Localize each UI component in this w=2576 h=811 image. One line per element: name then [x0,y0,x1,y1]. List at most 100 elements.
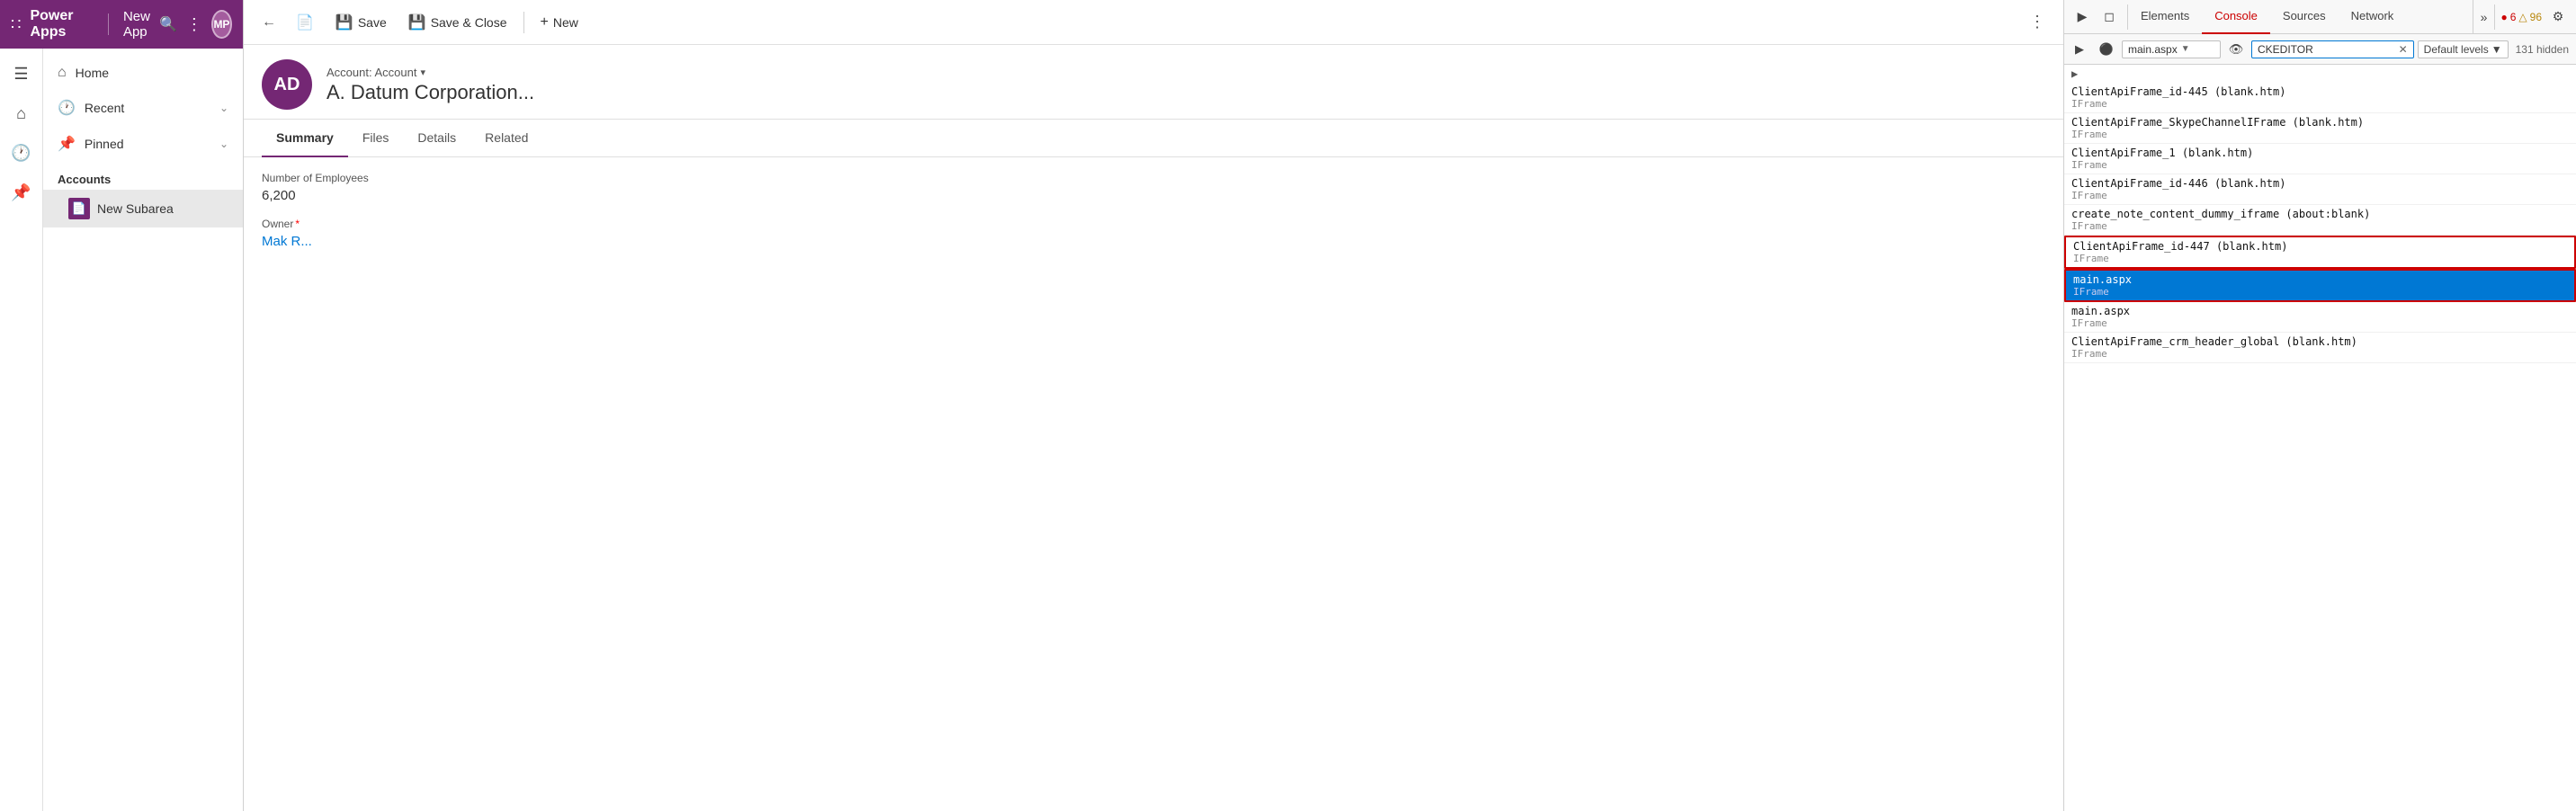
dt-log-item[interactable]: ClientApiFrame_crm_header_global (blank.… [2064,333,2576,363]
user-avatar[interactable]: MP [211,10,232,39]
pinned-icon: 📌 [58,135,76,153]
dt-log-item-type: IFrame [2071,159,2569,171]
new-label: New [553,15,578,30]
pinned-nav-btn[interactable]: 📌 [4,174,40,210]
dt-more-btn[interactable]: » [2473,0,2495,34]
owner-value[interactable]: Mak R... [262,234,2045,249]
eye-btn[interactable]: 👁 [2224,38,2248,61]
sidebar-item-home[interactable]: ⌂ Home [43,56,243,90]
device-icon-btn[interactable]: ◻ [2097,4,2122,30]
devtools-panel: ▶ ◻ Elements Console Sources Network » ●… [2063,0,2576,811]
sidebar-home-label: Home [76,66,228,80]
back-button[interactable]: ← [255,11,283,34]
recent-chevron-icon: ⌄ [219,102,228,114]
sidebar-item-pinned[interactable]: 📌 Pinned ⌄ [43,126,243,162]
pa-sidebar-content: ⌂ Home 🕐 Recent ⌄ 📌 Pinned ⌄ Accounts 📄 … [43,49,243,811]
source-select[interactable]: main.aspx ▼ [2122,40,2221,58]
sidebar-item-recent[interactable]: 🕐 Recent ⌄ [43,90,243,126]
dt-log-item[interactable]: ClientApiFrame_id-446 (blank.htm)IFrame [2064,174,2576,205]
record-type-label: Account: Account [326,66,416,79]
dt-log-item[interactable]: ClientApiFrame_id-447 (blank.htm)IFrame [2064,236,2576,269]
record-name: A. Datum Corporation... [326,81,2045,104]
dt-log-item[interactable]: ClientApiFrame_1 (blank.htm)IFrame [2064,144,2576,174]
home-nav-btn[interactable]: ⌂ [4,95,40,131]
toolbar: ← 📄 💾 Save 💾 Save & Close + New ⋮ [244,0,2063,45]
record-avatar: AD [262,59,312,110]
dt-log-item[interactable]: main.aspxIFrame [2064,302,2576,333]
dt-log-item-type: IFrame [2071,348,2569,360]
dt-log-item-type: IFrame [2071,190,2569,201]
recent-nav-btn[interactable]: 🕐 [4,135,40,171]
save-close-label: Save & Close [431,15,507,30]
record-icon: 📄 [296,13,314,31]
stop-btn[interactable]: ⚫ [2095,38,2118,61]
dt-content: ▶ ClientApiFrame_id-445 (blank.htm)IFram… [2064,65,2576,811]
source-select-value: main.aspx [2128,43,2178,56]
dt-tab-elements[interactable]: Elements [2128,0,2202,34]
record-header: AD Account: Account ▾ A. Datum Corporati… [244,45,2063,120]
grid-icon[interactable]: ∷ [11,15,21,34]
record-type-chevron-icon[interactable]: ▾ [420,67,425,78]
warning-icon: △ [2518,11,2527,23]
dt-log-item-name: ClientApiFrame_id-445 (blank.htm) [2071,85,2569,98]
dt-log-item-type: IFrame [2073,286,2567,298]
dt-log-item-name: ClientApiFrame_id-447 (blank.htm) [2073,240,2567,253]
home-icon: ⌂ [58,65,67,81]
tab-summary[interactable]: Summary [262,120,348,157]
devtools-settings-icon-btn[interactable]: ⚙ [2545,4,2571,30]
pa-topbar: ∷ Power Apps New App 🔍 ⋮ MP [0,0,243,49]
tab-files[interactable]: Files [348,120,404,157]
new-icon: + [541,14,549,31]
dt-log-item-name: ClientApiFrame_SkypeChannelIFrame (blank… [2071,116,2569,129]
dt-panel-icons: ▶ ◻ [2064,4,2128,30]
topbar-divider [108,13,109,35]
dt-log-item[interactable]: create_note_content_dummy_iframe (about:… [2064,205,2576,236]
dt-log-item-name: create_note_content_dummy_iframe (about:… [2071,208,2569,220]
hamburger-menu-btn[interactable]: ☰ [4,56,40,92]
sidebar-new-subarea[interactable]: 📄 New Subarea [43,190,243,227]
play-btn[interactable]: ▶ [2068,38,2091,61]
tab-details[interactable]: Details [403,120,470,157]
default-levels-btn[interactable]: Default levels ▼ [2418,40,2509,58]
tab-related[interactable]: Related [470,120,542,157]
save-close-button[interactable]: 💾 Save & Close [399,9,516,36]
dt-chevron-row[interactable]: ▶ [2064,65,2576,83]
dt-tab-sources[interactable]: Sources [2270,0,2339,34]
dt-log-item-name: ClientApiFrame_crm_header_global (blank.… [2071,335,2569,348]
filter-input[interactable]: CKEDITOR ✕ [2251,40,2414,58]
dt-log-item[interactable]: ClientApiFrame_SkypeChannelIFrame (blank… [2064,113,2576,144]
levels-label: Default levels [2424,43,2489,56]
save-button[interactable]: 💾 Save [326,9,396,36]
error-icon: ● [2500,11,2507,23]
accounts-section-header: Accounts [43,162,243,190]
toolbar-more-icon[interactable]: ⋮ [2022,9,2053,35]
dt-log-item-type: IFrame [2071,129,2569,140]
dt-tab-console[interactable]: Console [2202,0,2270,34]
employees-label: Number of Employees [262,172,2045,184]
pa-nav-icons: ☰ ⌂ 🕐 📌 [0,49,43,811]
new-button[interactable]: + New [532,10,587,35]
search-icon[interactable]: 🔍 [159,15,177,33]
sidebar-recent-label: Recent [85,101,210,115]
sidebar-pinned-label: Pinned [85,137,210,151]
save-close-icon: 💾 [408,13,426,31]
filter-clear-icon[interactable]: ✕ [2399,43,2408,56]
dt-tab-network[interactable]: Network [2339,0,2407,34]
dt-log-item[interactable]: ClientApiFrame_id-445 (blank.htm)IFrame [2064,83,2576,113]
dt-settings-area: ● 6 △ 96 ⚙ [2494,4,2576,30]
field-employees: Number of Employees 6,200 [262,172,2045,203]
record-type: Account: Account ▾ [326,66,2045,79]
dt-log-item[interactable]: main.aspxIFrame [2064,269,2576,302]
filter-text: CKEDITOR [2258,43,2395,56]
inspect-icon-btn[interactable]: ▶ [2070,4,2095,30]
hidden-count: 131 hidden [2512,43,2572,56]
record-view-button[interactable]: 📄 [287,9,323,36]
dt-log-item-name: main.aspx [2073,273,2567,286]
more-icon[interactable]: ⋮ [186,15,202,34]
dt-log-item-type: IFrame [2073,253,2567,264]
record-info: Account: Account ▾ A. Datum Corporation.… [326,66,2045,104]
dt-log-item-name: ClientApiFrame_id-446 (blank.htm) [2071,177,2569,190]
pa-app-name: New App [123,9,150,40]
save-label: Save [358,15,387,30]
pinned-chevron-icon: ⌄ [219,138,228,150]
